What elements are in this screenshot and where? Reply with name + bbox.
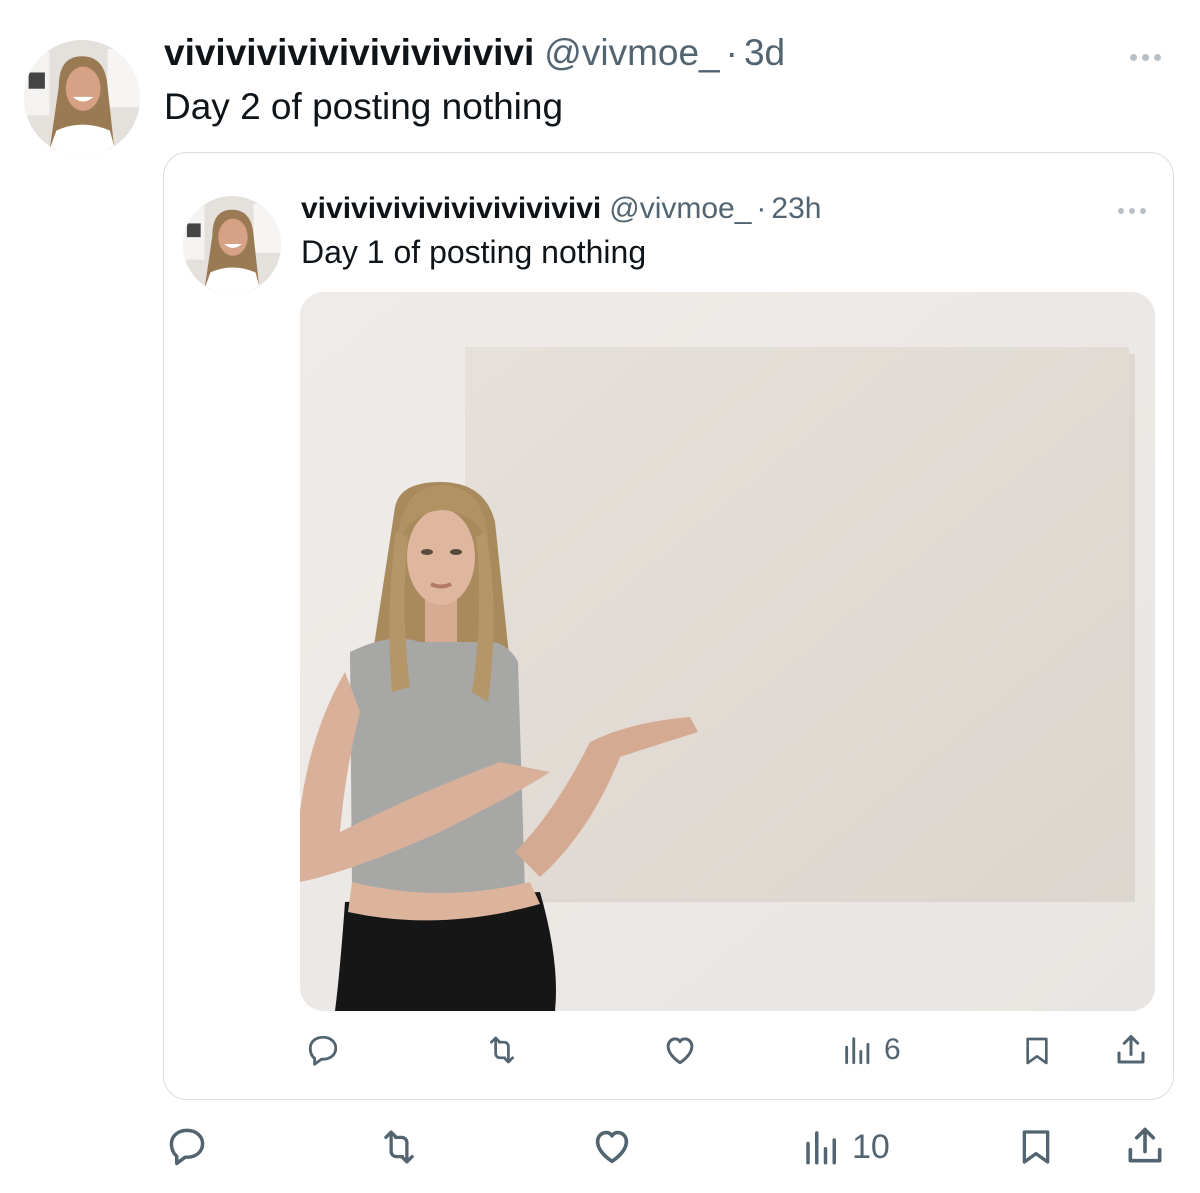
- bookmark-icon: [1026, 1037, 1048, 1065]
- separator-dot: ·: [725, 32, 738, 73]
- like-icon: [595, 1130, 629, 1164]
- user-handle[interactable]: @vivmoe_: [544, 32, 719, 74]
- tweet-header: vivivivivivivivivivivivi @vivmoe_ · 3d: [164, 32, 785, 74]
- avatar[interactable]: [24, 40, 140, 156]
- share-icon: [1117, 1035, 1145, 1064]
- reply-icon: [308, 1035, 338, 1066]
- quoted-user-handle[interactable]: @vivmoe_: [609, 192, 751, 226]
- views-count: 6: [884, 1033, 901, 1066]
- views-icon: [845, 1037, 870, 1065]
- share-button[interactable]: [1122, 1124, 1168, 1168]
- quoted-like-button[interactable]: [660, 1031, 700, 1069]
- quoted-timestamp[interactable]: 23h: [771, 192, 821, 226]
- share-icon: [1128, 1127, 1162, 1163]
- quoted-tweet-header: vivivivivivivivivivivivi @vivmoe_ · 23h: [301, 192, 821, 226]
- bookmark-icon: [1022, 1130, 1050, 1164]
- quoted-tweet-text: Day 1 of posting nothing: [301, 234, 647, 270]
- retweet-button[interactable]: [372, 1126, 426, 1168]
- quoted-display-name[interactable]: vivivivivivivivivivivivi: [301, 192, 601, 226]
- reply-icon: [169, 1128, 205, 1166]
- retweet-icon: [384, 1130, 414, 1164]
- quoted-views-button[interactable]: 6: [840, 1033, 901, 1067]
- quoted-reply-button[interactable]: [304, 1032, 342, 1068]
- bookmark-button[interactable]: [1016, 1124, 1056, 1170]
- avatar-image: [24, 40, 140, 156]
- quoted-avatar[interactable]: [183, 196, 281, 294]
- timestamp[interactable]: 3d: [744, 32, 785, 74]
- quoted-more-options-icon[interactable]: [1118, 208, 1146, 214]
- quoted-avatar-image: [183, 196, 281, 294]
- quoted-retweet-button[interactable]: [481, 1033, 523, 1067]
- tweet-text: Day 2 of posting nothing: [164, 86, 564, 127]
- quoted-share-button[interactable]: [1112, 1032, 1150, 1068]
- media-photo: [300, 292, 1155, 1011]
- display-name[interactable]: vivivivivivivivivivivivi: [164, 32, 534, 74]
- quoted-tweet-media[interactable]: [300, 292, 1155, 1011]
- quoted-bookmark-button[interactable]: [1021, 1033, 1053, 1069]
- views-button[interactable]: 10: [800, 1126, 890, 1168]
- views-icon: [806, 1131, 836, 1165]
- retweet-icon: [490, 1036, 514, 1064]
- like-button[interactable]: [588, 1123, 636, 1169]
- quoted-separator-dot: ·: [756, 192, 767, 225]
- more-options-icon[interactable]: [1130, 54, 1161, 61]
- reply-button[interactable]: [164, 1124, 210, 1168]
- like-icon: [666, 1037, 694, 1065]
- views-count: 10: [852, 1127, 890, 1166]
